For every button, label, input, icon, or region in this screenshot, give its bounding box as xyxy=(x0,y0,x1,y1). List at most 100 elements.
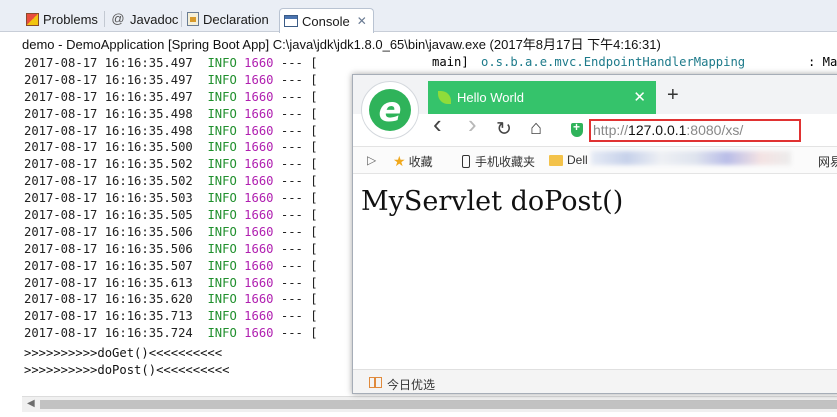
close-icon[interactable]: ✕ xyxy=(357,14,367,28)
log-level: INFO xyxy=(207,208,237,223)
log-time: 2017-08-17 16:16:35.502 xyxy=(24,174,193,189)
bookmark-label: 网易 xyxy=(818,155,837,169)
log-time: 2017-08-17 16:16:35.507 xyxy=(24,258,193,273)
tab-declaration[interactable]: Declaration xyxy=(187,8,269,30)
log-row: 2017-08-17 16:16:35.500 INFO 1660 --- [ xyxy=(24,139,318,156)
bookmarks-toggle-icon[interactable]: ▷ xyxy=(367,153,376,167)
log-level: INFO xyxy=(207,72,237,87)
bookmark-dell[interactable]: Dell xyxy=(549,153,588,167)
log-row: 2017-08-17 16:16:35.502 INFO 1660 --- [ xyxy=(24,173,318,190)
log-time: 2017-08-17 16:16:35.497 xyxy=(24,56,193,70)
log-time: 2017-08-17 16:16:35.498 xyxy=(24,123,193,138)
log-level: INFO xyxy=(207,157,237,172)
log-separator: --- [ xyxy=(280,72,318,87)
log-pid: 1660 xyxy=(244,140,274,155)
log-separator: --- [ xyxy=(280,56,318,70)
browser-logo-icon[interactable]: e xyxy=(361,81,419,139)
log-separator: --- [ xyxy=(280,123,318,138)
tab-console[interactable]: Console ✕ xyxy=(279,8,374,33)
horizontal-scrollbar[interactable]: ◀ xyxy=(22,396,837,412)
log-row: 2017-08-17 16:16:35.613 INFO 1660 --- [ xyxy=(24,275,318,292)
log-pid: 1660 xyxy=(244,157,274,172)
console-output-line: >>>>>>>>>>doPost()<<<<<<<<<< xyxy=(24,363,230,377)
back-icon[interactable]: ‹ xyxy=(433,111,442,137)
log-level: INFO xyxy=(207,140,237,155)
log-pid: 1660 xyxy=(244,56,274,70)
log-level: INFO xyxy=(207,89,237,104)
reload-icon[interactable]: ↻ xyxy=(496,119,512,141)
log-time: 2017-08-17 16:16:35.497 xyxy=(24,89,193,104)
log-pid: 1660 xyxy=(244,208,274,223)
log-time: 2017-08-17 16:16:35.613 xyxy=(24,275,193,290)
log-pid: 1660 xyxy=(244,191,274,206)
log-pid: 1660 xyxy=(244,89,274,104)
tab-separator xyxy=(104,11,105,27)
log-time: 2017-08-17 16:16:35.498 xyxy=(24,106,193,121)
bookmark-favorites[interactable]: ★ 收藏 xyxy=(393,153,433,170)
log-separator: --- [ xyxy=(280,106,318,121)
gift-icon[interactable] xyxy=(369,377,382,388)
browser-tab-title: Hello World xyxy=(457,90,524,105)
tab-label: Problems xyxy=(43,11,98,27)
problems-icon xyxy=(26,12,39,26)
bookmark-netease[interactable]: 网易 xyxy=(818,153,837,170)
log-row: 2017-08-17 16:16:35.503 INFO 1660 --- [ xyxy=(24,190,318,207)
log-time: 2017-08-17 16:16:35.506 xyxy=(24,224,193,239)
log-time: 2017-08-17 16:16:35.503 xyxy=(24,191,193,206)
log-pid: 1660 xyxy=(244,241,274,256)
log-level: INFO xyxy=(207,241,237,256)
browser-page-content: MyServlet doPost() xyxy=(353,174,837,369)
log-level: INFO xyxy=(207,292,237,307)
browser-titlebar: e Hello World ✕ + xyxy=(353,75,837,139)
bookmark-label: Dell xyxy=(567,153,588,167)
address-bar[interactable]: http://127.0.0.1:8080/xs/ xyxy=(589,119,801,142)
bookmark-mobile-favorites[interactable]: 手机收藏夹 xyxy=(462,153,535,170)
tab-javadoc[interactable]: @ Javadoc xyxy=(110,8,178,30)
log-level: INFO xyxy=(207,326,237,341)
tab-label: Declaration xyxy=(203,11,269,27)
shield-icon xyxy=(571,120,583,137)
phone-icon xyxy=(462,155,470,168)
blurred-bookmarks xyxy=(591,151,791,165)
log-level: INFO xyxy=(207,174,237,189)
tab-problems[interactable]: Problems xyxy=(26,8,98,30)
browser-navbar: ‹ › ↻ ⌂ http://127.0.0.1:8080/xs/ xyxy=(353,111,837,147)
log-pid: 1660 xyxy=(244,326,274,341)
url-scheme: http:// xyxy=(593,122,629,138)
log-row: 2017-08-17 16:16:35.724 INFO 1660 --- [ xyxy=(24,325,318,342)
daily-picks-label[interactable]: 今日优选 xyxy=(387,376,435,393)
log-separator: --- [ xyxy=(280,275,318,290)
log-time: 2017-08-17 16:16:35.505 xyxy=(24,208,193,223)
log-separator: --- [ xyxy=(280,241,318,256)
url-port-path: :8080/xs/ xyxy=(686,122,744,138)
home-icon[interactable]: ⌂ xyxy=(530,117,542,139)
log-pid: 1660 xyxy=(244,174,274,189)
log-time: 2017-08-17 16:16:35.724 xyxy=(24,326,193,341)
log-pid: 1660 xyxy=(244,309,274,324)
console-process-header: demo - DemoApplication [Spring Boot App]… xyxy=(22,37,661,52)
scroll-left-icon[interactable]: ◀ xyxy=(27,398,35,409)
console-log: 2017-08-17 16:16:35.497 INFO 1660 --- [2… xyxy=(24,55,318,342)
log-row: 2017-08-17 16:16:35.506 INFO 1660 --- [ xyxy=(24,224,318,241)
log-row: 2017-08-17 16:16:35.497 INFO 1660 --- [ xyxy=(24,72,318,89)
log-pid: 1660 xyxy=(244,258,274,273)
log-pid: 1660 xyxy=(244,123,274,138)
new-tab-button[interactable]: + xyxy=(667,84,679,107)
browser-tab-hello-world[interactable]: Hello World ✕ xyxy=(428,81,656,114)
browser-status-bar: 今日优选 xyxy=(353,369,837,393)
close-icon[interactable]: ✕ xyxy=(633,88,646,106)
declaration-icon xyxy=(187,12,199,26)
forward-icon[interactable]: › xyxy=(468,111,477,137)
log-level: INFO xyxy=(207,56,237,70)
bookmark-label: 手机收藏夹 xyxy=(475,155,536,169)
log-separator: --- [ xyxy=(280,140,318,155)
log-time: 2017-08-17 16:16:35.502 xyxy=(24,157,193,172)
log-time: 2017-08-17 16:16:35.506 xyxy=(24,241,193,256)
log-level: INFO xyxy=(207,106,237,121)
console-icon xyxy=(284,15,298,27)
url-host: 127.0.0.1 xyxy=(628,122,687,138)
log-level: INFO xyxy=(207,191,237,206)
page-text: MyServlet doPost() xyxy=(361,186,624,217)
scrollbar-thumb[interactable] xyxy=(40,400,837,409)
log-row: 2017-08-17 16:16:35.498 INFO 1660 --- [ xyxy=(24,106,318,123)
